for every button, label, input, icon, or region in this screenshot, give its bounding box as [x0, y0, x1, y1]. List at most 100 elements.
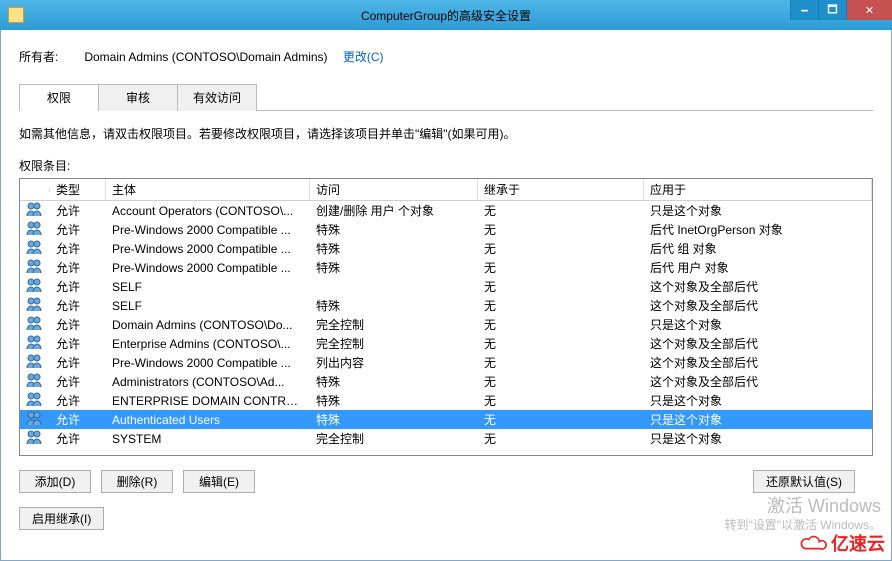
instructions-text: 如需其他信息，请双击权限项目。若要修改权限项目，请选择该项目并单击"编辑"(如果…	[19, 125, 873, 143]
button-row-1: 添加(D) 删除(R) 编辑(E) 还原默认值(S)	[19, 470, 873, 493]
cell-inherited: 无	[478, 316, 644, 333]
cell-access: 特殊	[310, 259, 478, 276]
group-icon	[26, 315, 42, 331]
cell-principal: Administrators (CONTOSO\Ad...	[106, 375, 310, 389]
cell-inherited: 无	[478, 202, 644, 219]
cell-access: 创建/删除 用户 个对象	[310, 202, 478, 219]
cell-applies: 这个对象及全部后代	[644, 297, 872, 314]
brand-text: 亿速云	[831, 530, 885, 556]
tab-strip: 权限 审核 有效访问	[19, 83, 873, 111]
table-row[interactable]: 允许Administrators (CONTOSO\Ad...特殊无这个对象及全…	[20, 372, 872, 391]
window-title: ComputerGroup的高级安全设置	[0, 7, 892, 24]
cell-principal: Authenticated Users	[106, 413, 310, 427]
table-row[interactable]: 允许SELF特殊无这个对象及全部后代	[20, 296, 872, 315]
table-row[interactable]: 允许Domain Admins (CONTOSO\Do...完全控制无只是这个对…	[20, 315, 872, 334]
cell-access: 特殊	[310, 392, 478, 409]
minimize-button[interactable]: 🗕	[790, 0, 818, 20]
cell-inherited: 无	[478, 430, 644, 447]
permission-table: 类型 主体 访问 继承于 应用于 允许Account Operators (CO…	[19, 178, 873, 456]
edit-button[interactable]: 编辑(E)	[183, 470, 255, 493]
cell-access: 特殊	[310, 240, 478, 257]
group-icon	[26, 372, 42, 388]
table-row[interactable]: 允许Pre-Windows 2000 Compatible ...特殊无后代 用…	[20, 258, 872, 277]
window-folder-icon	[8, 7, 24, 23]
group-icon	[26, 410, 42, 426]
table-row[interactable]: 允许Account Operators (CONTOSO\...创建/删除 用户…	[20, 201, 872, 220]
group-icon	[26, 429, 42, 445]
cell-type: 允许	[50, 240, 106, 257]
cell-type: 允许	[50, 202, 106, 219]
cell-principal: SELF	[106, 280, 310, 294]
table-row[interactable]: 允许Authenticated Users特殊无只是这个对象	[20, 410, 872, 429]
cell-applies: 这个对象及全部后代	[644, 354, 872, 371]
cell-inherited: 无	[478, 221, 644, 238]
group-icon	[26, 391, 42, 407]
tab-effective-access[interactable]: 有效访问	[177, 84, 257, 111]
cell-principal: Pre-Windows 2000 Compatible ...	[106, 261, 310, 275]
col-icon[interactable]	[20, 188, 50, 192]
cloud-icon	[799, 533, 827, 553]
close-button[interactable]: ✕	[846, 0, 892, 20]
enable-inheritance-button[interactable]: 启用继承(I)	[19, 507, 104, 530]
remove-button[interactable]: 删除(R)	[101, 470, 173, 493]
col-inherited[interactable]: 继承于	[478, 179, 644, 200]
cell-access: 特殊	[310, 297, 478, 314]
permission-entries-label: 权限条目:	[19, 157, 873, 174]
table-row[interactable]: 允许Pre-Windows 2000 Compatible ...特殊无后代 组…	[20, 239, 872, 258]
group-icon	[26, 201, 42, 217]
group-icon	[26, 258, 42, 274]
cell-applies: 只是这个对象	[644, 411, 872, 428]
cell-inherited: 无	[478, 259, 644, 276]
col-type[interactable]: 类型	[50, 179, 106, 200]
table-row[interactable]: 允许Enterprise Admins (CONTOSO\...完全控制无这个对…	[20, 334, 872, 353]
restore-defaults-button[interactable]: 还原默认值(S)	[753, 470, 855, 493]
window-controls: 🗕 🗖 ✕	[790, 0, 892, 20]
cell-applies: 这个对象及全部后代	[644, 278, 872, 295]
cell-type: 允许	[50, 373, 106, 390]
table-row[interactable]: 允许SYSTEM完全控制无只是这个对象	[20, 429, 872, 448]
col-principal[interactable]: 主体	[106, 179, 310, 200]
cell-inherited: 无	[478, 240, 644, 257]
cell-access: 列出内容	[310, 354, 478, 371]
table-row[interactable]: 允许ENTERPRISE DOMAIN CONTRO...特殊无只是这个对象	[20, 391, 872, 410]
add-button[interactable]: 添加(D)	[19, 470, 91, 493]
col-applies[interactable]: 应用于	[644, 179, 872, 200]
owner-row: 所有者: Domain Admins (CONTOSO\Domain Admin…	[19, 48, 873, 65]
cell-type: 允许	[50, 430, 106, 447]
table-row[interactable]: 允许Pre-Windows 2000 Compatible ...特殊无后代 I…	[20, 220, 872, 239]
cell-applies: 只是这个对象	[644, 392, 872, 409]
cell-inherited: 无	[478, 278, 644, 295]
cell-type: 允许	[50, 259, 106, 276]
cell-type: 允许	[50, 392, 106, 409]
button-row-2: 启用继承(I)	[19, 507, 873, 530]
cell-type: 允许	[50, 411, 106, 428]
table-row[interactable]: 允许Pre-Windows 2000 Compatible ...列出内容无这个…	[20, 353, 872, 372]
group-icon	[26, 353, 42, 369]
tab-permissions[interactable]: 权限	[19, 84, 99, 111]
cell-applies: 只是这个对象	[644, 430, 872, 447]
title-bar: ComputerGroup的高级安全设置 🗕 🗖 ✕	[0, 0, 892, 30]
cell-applies: 后代 组 对象	[644, 240, 872, 257]
owner-value: Domain Admins (CONTOSO\Domain Admins)	[84, 50, 327, 64]
col-access[interactable]: 访问	[310, 179, 478, 200]
cell-inherited: 无	[478, 411, 644, 428]
table-body[interactable]: 允许Account Operators (CONTOSO\...创建/删除 用户…	[20, 201, 872, 455]
cell-principal: Pre-Windows 2000 Compatible ...	[106, 356, 310, 370]
cell-type: 允许	[50, 354, 106, 371]
cell-principal: ENTERPRISE DOMAIN CONTRO...	[106, 394, 310, 408]
table-row[interactable]: 允许SELF 无这个对象及全部后代	[20, 277, 872, 296]
cell-applies: 只是这个对象	[644, 202, 872, 219]
cell-inherited: 无	[478, 373, 644, 390]
cell-access: 完全控制	[310, 316, 478, 333]
tab-auditing[interactable]: 审核	[98, 84, 178, 111]
cell-access: 特殊	[310, 411, 478, 428]
cell-type: 允许	[50, 297, 106, 314]
cell-principal: SYSTEM	[106, 432, 310, 446]
cell-type: 允许	[50, 278, 106, 295]
group-icon	[26, 220, 42, 236]
cell-inherited: 无	[478, 297, 644, 314]
owner-label: 所有者:	[19, 48, 75, 65]
maximize-button[interactable]: 🗖	[818, 0, 846, 20]
change-owner-link[interactable]: 更改(C)	[343, 50, 384, 64]
cell-inherited: 无	[478, 354, 644, 371]
